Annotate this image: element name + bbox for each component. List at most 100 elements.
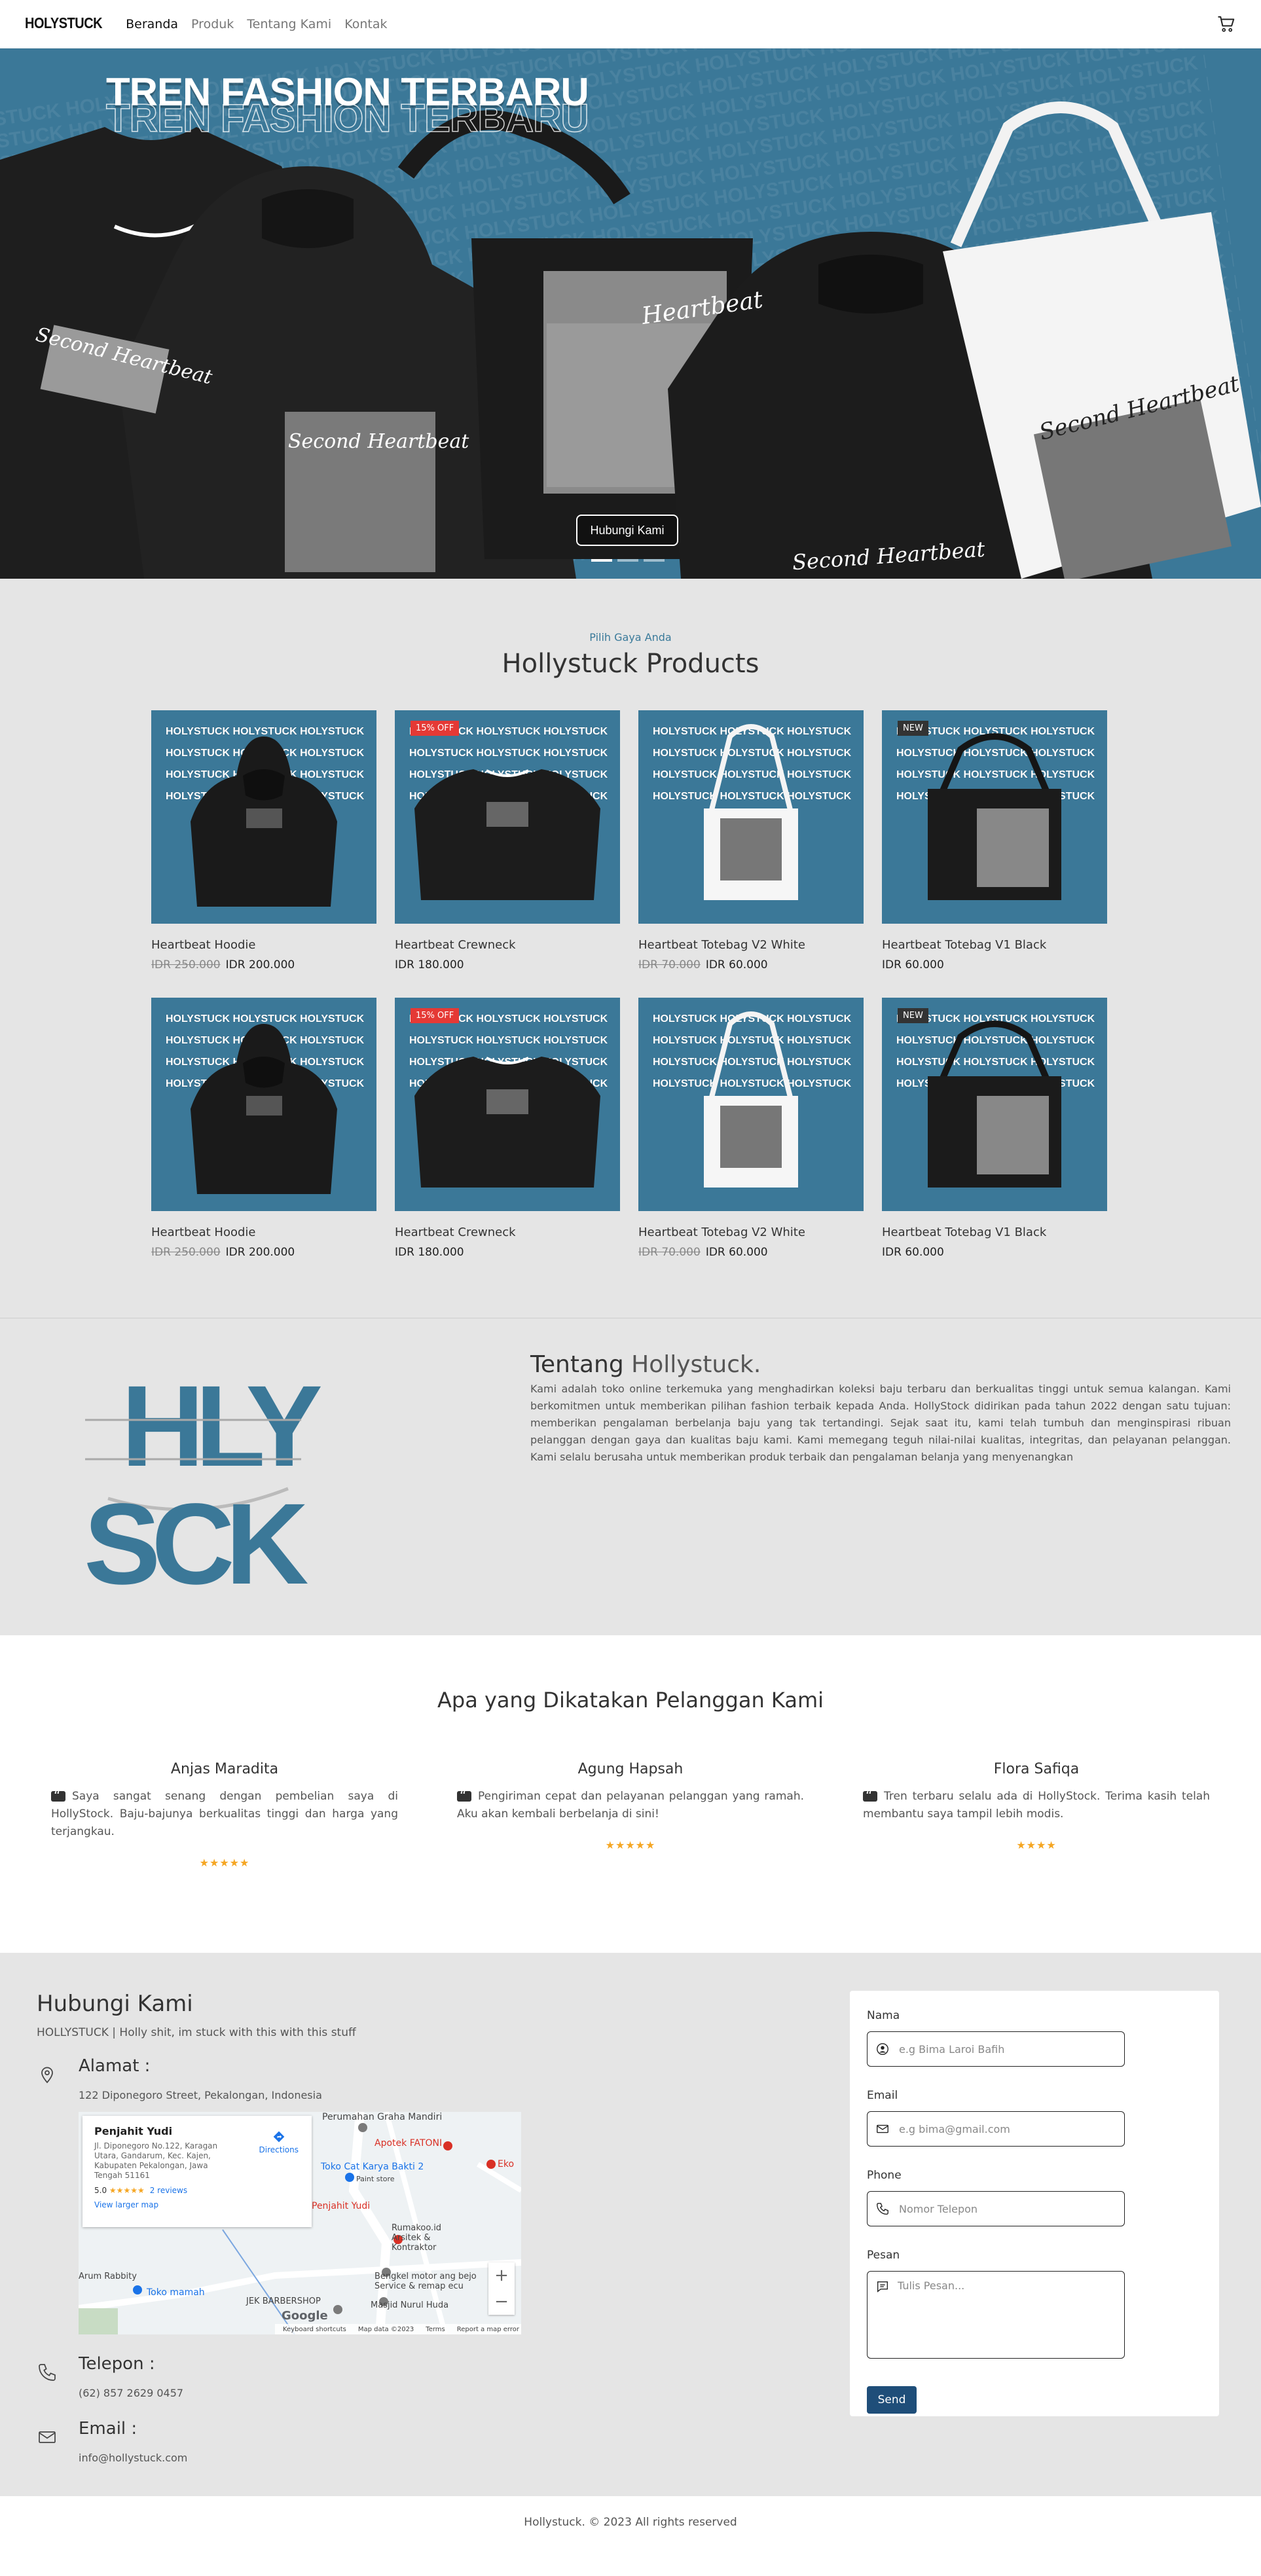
- map-rating-value: 5.0: [94, 2186, 107, 2195]
- tote-black-photo: [928, 1021, 1061, 1188]
- product-image[interactable]: HOLYSTUCK HOLYSTUCK HOLYSTUCK HOLYSTUCK H…: [638, 998, 864, 1211]
- product-card[interactable]: HOLYSTUCK HOLYSTUCK HOLYSTUCK HOLYSTUCK H…: [882, 710, 1107, 971]
- message-label: Pesan: [867, 2249, 900, 2262]
- product-price: IDR 60.000: [882, 1246, 1107, 1259]
- email-block: Email : info@hollystuck.com: [37, 2419, 850, 2464]
- carousel-dot-3[interactable]: [644, 559, 665, 562]
- new-badge: NEW: [898, 721, 928, 736]
- map-label-penjahit-yudi[interactable]: Penjahit Yudi: [312, 2201, 370, 2211]
- contact-info: Hubungi Kami HOLLYSTUCK | Holly shit, im…: [37, 1991, 850, 2464]
- name-input[interactable]: e.g Bima Laroi Bafih: [867, 2031, 1125, 2067]
- product-name[interactable]: Heartbeat Crewneck: [395, 1225, 620, 1239]
- phone-placeholder: Nomor Telepon: [899, 2202, 978, 2215]
- hero-contact-button[interactable]: Hubungi Kami: [576, 515, 678, 546]
- testimonial-text: Pengiriman cepat dan pelayanan pelanggan…: [457, 1787, 804, 1823]
- email-value[interactable]: info@hollystuck.com: [79, 2452, 187, 2464]
- svg-text:HLY: HLY: [121, 1362, 321, 1491]
- product-price: IDR 60.000: [882, 958, 1107, 971]
- carousel-indicators: [591, 559, 665, 562]
- product-name[interactable]: Heartbeat Hoodie: [151, 938, 376, 952]
- address-label: Alamat :: [79, 2056, 151, 2076]
- contact-section: Hubungi Kami HOLLYSTUCK | Holly shit, im…: [0, 1953, 1261, 2496]
- product-image[interactable]: HOLYSTUCK HOLYSTUCK HOLYSTUCK HOLYSTUCK H…: [882, 998, 1107, 1211]
- product-name[interactable]: Heartbeat Totebag V2 White: [638, 1225, 864, 1239]
- phone-input[interactable]: Nomor Telepon: [867, 2191, 1125, 2226]
- product-price: IDR 70.000 IDR 60.000: [638, 958, 864, 971]
- nav-link-kontak[interactable]: Kontak: [344, 17, 387, 31]
- message-textarea[interactable]: Tulis Pesan...: [867, 2271, 1125, 2359]
- map-label: Eko: [498, 2159, 515, 2169]
- send-button[interactable]: Send: [867, 2386, 917, 2414]
- testimonial-name: Agung Hapsah: [577, 1761, 684, 1777]
- rating-stars: ★★★★★: [199, 1857, 250, 1869]
- discount-badge: 15% OFF: [411, 721, 460, 736]
- footer: Hollystuck. © 2023 All rights reserved: [0, 2496, 1261, 2549]
- hero-title-outline: TREN FASHION TERBARU: [105, 96, 589, 141]
- phone-field-label: Phone: [867, 2169, 902, 2182]
- form-group-name: Nama e.g Bima Laroi Bafih: [867, 2009, 1202, 2067]
- map-reviews-link[interactable]: 2 reviews: [150, 2186, 187, 2195]
- product-card[interactable]: HOLYSTUCK HOLYSTUCK HOLYSTUCK HOLYSTUCK H…: [882, 998, 1107, 1259]
- product-name[interactable]: Heartbeat Totebag V2 White: [638, 938, 864, 952]
- map-label: Masjid Nurul Huda: [371, 2300, 449, 2310]
- map-footer-shortcuts[interactable]: Keyboard shortcuts: [283, 2326, 346, 2333]
- address-value: 122 Diponegoro Street, Pekalongan, Indon…: [79, 2089, 322, 2101]
- zoom-in-button[interactable]: +: [488, 2262, 515, 2289]
- cart-icon[interactable]: [1216, 14, 1236, 34]
- product-image[interactable]: HOLYSTUCK HOLYSTUCK HOLYSTUCK HOLYSTUCK H…: [395, 998, 620, 1211]
- map-rating: 5.0 ★★★★★ 2 reviews: [94, 2186, 300, 2195]
- testimonials-section: Apa yang Dikatakan Pelanggan Kami Anjas …: [0, 1635, 1261, 1953]
- map-label: Toko mamah: [147, 2287, 205, 2298]
- testimonial-card: Anjas Maradita Saya sangat senang dengan…: [51, 1761, 398, 1869]
- phone-label: Telepon :: [79, 2354, 155, 2374]
- nav-link-beranda[interactable]: Beranda: [126, 17, 178, 31]
- directions-button[interactable]: Directions: [259, 2130, 299, 2154]
- map-label: Bengkel motor ang bejo Service & remap e…: [375, 2272, 477, 2291]
- testimonial-name: Flora Safiqa: [993, 1761, 1080, 1777]
- envelope-icon: [39, 2431, 56, 2443]
- product-image[interactable]: HOLYSTUCK HOLYSTUCK HOLYSTUCK HOLYSTUCK H…: [882, 710, 1107, 924]
- about-content: Tentang Hollystuck. Kami adalah toko onl…: [530, 1351, 1231, 1596]
- map-label: Toko Cat Karya Bakti 2: [321, 2162, 424, 2172]
- current-price: IDR 60.000: [705, 1246, 768, 1259]
- carousel-dot-1[interactable]: [591, 559, 612, 562]
- product-name[interactable]: Heartbeat Totebag V1 Black: [882, 1225, 1107, 1239]
- about-title-brand: Hollystuck.: [631, 1351, 761, 1378]
- brand-logo[interactable]: HOLYSTUCK: [25, 15, 103, 32]
- map-footer-report[interactable]: Report a map error: [457, 2326, 519, 2333]
- testimonial-text: Tren terbaru selalu ada di HollyStock. T…: [863, 1787, 1210, 1823]
- product-card[interactable]: HOLYSTUCK HOLYSTUCK HOLYSTUCK HOLYSTUCK H…: [395, 998, 620, 1259]
- product-card[interactable]: HOLYSTUCK HOLYSTUCK HOLYSTUCK HOLYSTUCK H…: [638, 710, 864, 971]
- product-image[interactable]: HOLYSTUCK HOLYSTUCK HOLYSTUCK HOLYSTUCK H…: [151, 998, 376, 1211]
- product-image[interactable]: HOLYSTUCK HOLYSTUCK HOLYSTUCK HOLYSTUCK H…: [151, 710, 376, 924]
- message-placeholder: Tulis Pesan...: [898, 2279, 965, 2292]
- testimonial-quote: Tren terbaru selalu ada di HollyStock. T…: [863, 1790, 1210, 1821]
- nav-link-tentang-kami[interactable]: Tentang Kami: [247, 17, 331, 31]
- view-larger-map-link[interactable]: View larger map: [94, 2200, 300, 2209]
- quote-icon: [51, 1787, 65, 1805]
- product-image[interactable]: HOLYSTUCK HOLYSTUCK HOLYSTUCK HOLYSTUCK H…: [395, 710, 620, 924]
- product-name[interactable]: Heartbeat Crewneck: [395, 938, 620, 952]
- product-image[interactable]: HOLYSTUCK HOLYSTUCK HOLYSTUCK HOLYSTUCK H…: [638, 710, 864, 924]
- testimonial-card: Agung Hapsah Pengiriman cepat dan pelaya…: [457, 1761, 804, 1869]
- testimonial-name: Anjas Maradita: [170, 1761, 279, 1777]
- nav-link-produk[interactable]: Produk: [191, 17, 234, 31]
- contact-tagline: HOLLYSTUCK | Holly shit, im stuck with t…: [37, 2026, 356, 2039]
- map-footer-terms[interactable]: Terms: [426, 2326, 445, 2333]
- product-card[interactable]: HOLYSTUCK HOLYSTUCK HOLYSTUCK HOLYSTUCK H…: [395, 710, 620, 971]
- zoom-out-button[interactable]: −: [488, 2289, 515, 2315]
- carousel-dot-2[interactable]: [617, 559, 638, 562]
- product-name[interactable]: Heartbeat Totebag V1 Black: [882, 938, 1107, 952]
- phone-value: (62) 857 2629 0457: [79, 2387, 184, 2399]
- product-card[interactable]: HOLYSTUCK HOLYSTUCK HOLYSTUCK HOLYSTUCK H…: [151, 710, 376, 971]
- email-label: Email :: [79, 2419, 137, 2439]
- product-card[interactable]: HOLYSTUCK HOLYSTUCK HOLYSTUCK HOLYSTUCK H…: [638, 998, 864, 1259]
- product-name[interactable]: Heartbeat Hoodie: [151, 1225, 376, 1239]
- name-placeholder: e.g Bima Laroi Bafih: [899, 2042, 1005, 2056]
- form-group-message: Pesan Tulis Pesan...: [867, 2249, 1202, 2359]
- hollystuck-logo-icon: HLY SCK: [84, 1362, 330, 1608]
- product-card[interactable]: HOLYSTUCK HOLYSTUCK HOLYSTUCK HOLYSTUCK H…: [151, 998, 376, 1259]
- form-group-email: Email e.g bima@gmail.com: [867, 2089, 1202, 2147]
- email-input[interactable]: e.g bima@gmail.com: [867, 2111, 1125, 2147]
- google-map[interactable]: Perumahan Graha Mandiri Apotek FATONI Ek…: [79, 2112, 521, 2334]
